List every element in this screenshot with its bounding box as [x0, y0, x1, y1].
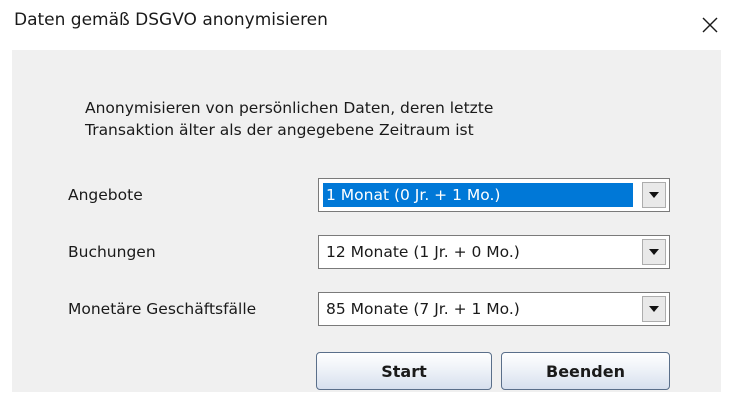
beenden-button[interactable]: Beenden [501, 352, 670, 390]
buchungen-period-select[interactable]: 12 Monate (1 Jr. + 0 Mo.) [318, 235, 670, 269]
window-title: Daten gemäß DSGVO anonymisieren [14, 10, 328, 30]
angebote-period-value: 1 Monat (0 Jr. + 1 Mo.) [323, 183, 633, 207]
angebote-period-select[interactable]: 1 Monat (0 Jr. + 1 Mo.) [318, 178, 670, 212]
start-button[interactable]: Start [316, 352, 492, 390]
chevron-down-icon [649, 306, 659, 312]
title-bar: Daten gemäß DSGVO anonymisieren [0, 0, 733, 50]
angebote-dropdown-button[interactable] [642, 182, 666, 208]
monetaere-geschaeftsfaelle-dropdown-button[interactable] [642, 296, 666, 322]
description-line-2: Transaktion älter als der angegebene Zei… [85, 121, 474, 139]
monetaere-geschaeftsfaelle-period-select[interactable]: 85 Monate (7 Jr. + 1 Mo.) [318, 292, 670, 326]
dialog-window: Daten gemäß DSGVO anonymisieren Anonymis… [0, 0, 733, 403]
description-line-1: Anonymisieren von persönlichen Daten, de… [85, 99, 494, 117]
close-icon [702, 17, 718, 33]
description-text: Anonymisieren von persönlichen Daten, de… [85, 97, 493, 141]
chevron-down-icon [649, 192, 659, 198]
buchungen-dropdown-button[interactable] [642, 239, 666, 265]
angebote-label: Angebote [68, 186, 143, 204]
monetaere-geschaeftsfaelle-period-value: 85 Monate (7 Jr. + 1 Mo.) [326, 300, 520, 318]
monetaere-geschaeftsfaelle-label: Monetäre Geschäftsfälle [68, 300, 257, 318]
buchungen-label: Buchungen [68, 243, 156, 261]
buchungen-period-value: 12 Monate (1 Jr. + 0 Mo.) [326, 243, 520, 261]
close-button[interactable] [688, 4, 732, 46]
chevron-down-icon [649, 249, 659, 255]
